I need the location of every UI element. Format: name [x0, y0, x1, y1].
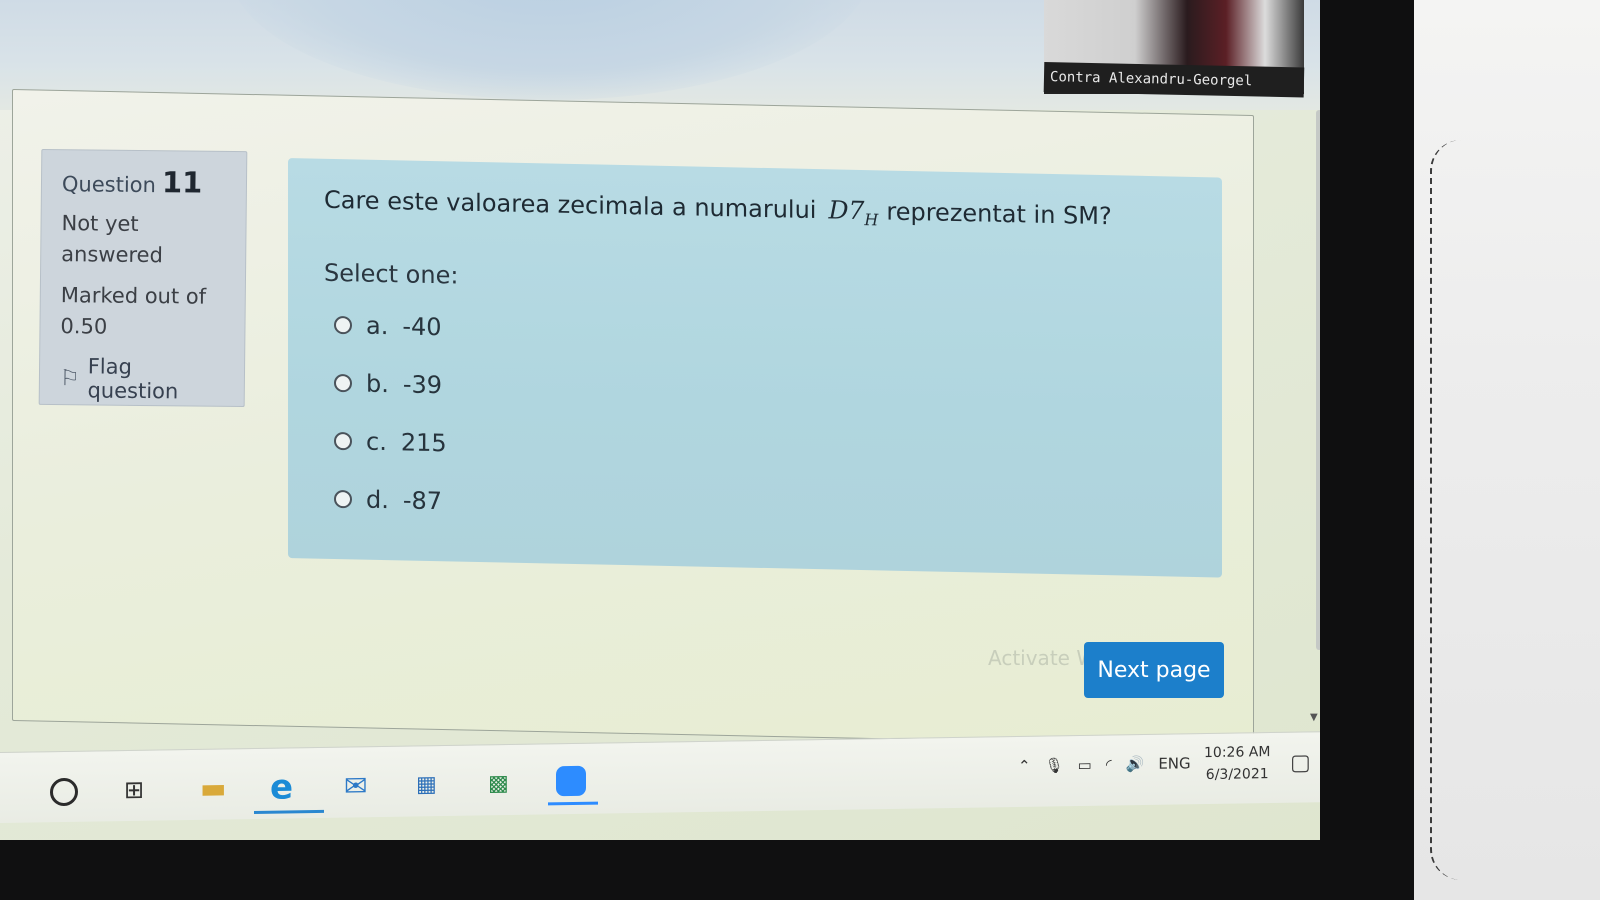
video-tile[interactable]: Contra Alexandru-Georgel [1043, 0, 1305, 98]
question-text-after: reprezentat in SM? [886, 197, 1112, 231]
zoom-active-indicator [548, 801, 598, 806]
volume-icon[interactable]: 🔊 [1126, 755, 1145, 773]
question-status: Not yet answered [61, 211, 164, 268]
zoom-app-icon[interactable] [556, 765, 586, 797]
microphone-icon[interactable]: 🎙 [1045, 756, 1064, 774]
answer-option-d[interactable]: d. -87 [334, 485, 442, 515]
formula-main: D7 [828, 195, 865, 226]
calculator-icon[interactable]: ▦ [416, 770, 437, 800]
marked-out-of-label: Marked out of [60, 283, 207, 309]
answer-d-value: -87 [402, 486, 443, 516]
scroll-down-arrow-icon[interactable]: ▼ [1310, 712, 1318, 723]
formula-subscript: H [864, 210, 879, 230]
notification-center-icon[interactable]: ▢ [1290, 750, 1311, 775]
file-explorer-icon[interactable]: ▬ [200, 771, 226, 804]
answer-b-value: -39 [402, 370, 443, 400]
taskbar-clock[interactable]: 10:26 AM 6/3/2021 [1204, 741, 1270, 786]
marked-out-of: Marked out of 0.50 [60, 280, 225, 344]
flag-icon: ⚐ [59, 365, 80, 391]
question-number-row: Question 11 [62, 164, 226, 200]
answer-d-letter: d. [366, 485, 389, 515]
question-content-panel: Care este valoarea zecimala a numarului D… [288, 158, 1222, 578]
windows-taskbar: ⊞ ▬ e ✉ ▦ ▩ ⌃ 🎙 ▭ ◜ 🔊 ENG 10:26 AM 6/3/2… [0, 730, 1320, 823]
answer-option-c[interactable]: c. 215 [334, 427, 447, 457]
search-icon[interactable] [50, 777, 78, 807]
question-formula: D7H [828, 195, 878, 229]
radio-a[interactable] [334, 315, 352, 335]
radio-d[interactable] [334, 489, 352, 509]
answer-option-a[interactable]: a. -40 [334, 311, 442, 341]
answer-option-b[interactable]: b. -39 [334, 369, 442, 399]
mail-icon[interactable]: ✉ [344, 769, 367, 802]
clock-date: 6/3/2021 [1205, 766, 1269, 784]
monitor-bottom-bezel [0, 840, 1414, 900]
tray-chevron-up-icon[interactable]: ⌃ [1018, 757, 1031, 775]
system-tray: ⌃ 🎙 ▭ ◜ 🔊 ENG [1018, 754, 1191, 775]
question-number: 11 [161, 165, 203, 200]
question-text: Care este valoarea zecimala a numarului D… [324, 185, 1204, 236]
answer-a-value: -40 [402, 312, 442, 342]
video-participant-name: Contra Alexandru-Georgel [1043, 62, 1305, 98]
answer-c-letter: c. [366, 427, 387, 457]
curtain-pattern [1430, 140, 1492, 880]
monitor-bezel [1320, 0, 1414, 900]
radio-c[interactable] [334, 431, 352, 451]
radio-b[interactable] [334, 373, 352, 393]
answer-c-value: 215 [400, 428, 447, 458]
edge-browser-icon[interactable]: e [270, 767, 293, 807]
battery-icon[interactable]: ▭ [1078, 756, 1092, 774]
flag-question-label: Flag question [87, 354, 179, 404]
marked-out-of-value: 0.50 [60, 314, 108, 339]
task-view-icon[interactable]: ⊞ [124, 775, 144, 805]
flag-question-link[interactable]: ⚐ Flag question [60, 354, 224, 404]
select-one-prompt: Select one: [324, 258, 459, 290]
excel-icon[interactable]: ▩ [488, 769, 509, 799]
question-text-before: Care este valoarea zecimala a numarului [324, 185, 817, 225]
answer-b-letter: b. [366, 369, 389, 399]
edge-active-indicator [254, 809, 324, 815]
next-page-button[interactable]: Next page [1084, 642, 1224, 698]
question-label: Question [61, 172, 157, 198]
wifi-icon[interactable]: ◜ [1106, 756, 1112, 774]
question-info-panel: Question 11 Not yet answered Marked out o… [38, 148, 248, 408]
language-indicator[interactable]: ENG [1158, 754, 1190, 773]
clock-time: 10:26 AM [1204, 744, 1271, 762]
monitor-screen: Contra Alexandru-Georgel Question 11 Not … [0, 0, 1320, 840]
answer-a-letter: a. [366, 311, 389, 341]
